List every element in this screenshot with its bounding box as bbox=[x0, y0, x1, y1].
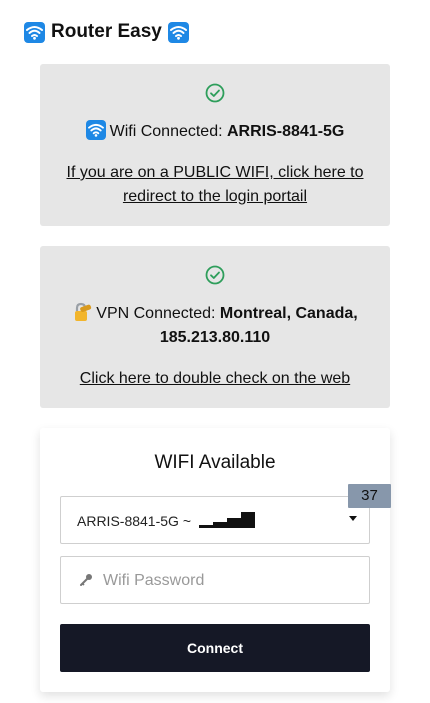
selected-network: ARRIS-8841-5G ~ bbox=[77, 512, 255, 529]
wifi-network-select[interactable]: ARRIS-8841-5G ~ bbox=[60, 496, 370, 544]
selected-network-name: ARRIS-8841-5G ~ bbox=[77, 513, 195, 529]
wifi-password-input[interactable] bbox=[101, 567, 355, 595]
vpn-ip-address: 185.213.80.110 bbox=[159, 329, 271, 346]
wifi-password-field[interactable] bbox=[60, 556, 370, 604]
key-icon bbox=[80, 574, 92, 586]
vpn-location: Montreal, Canada, bbox=[219, 305, 358, 322]
wifi-icon bbox=[24, 21, 45, 43]
panel-title: WIFI Available bbox=[154, 452, 276, 473]
double-check-web-link[interactable]: Click here to double check on the web bbox=[60, 367, 370, 391]
check-circle-icon bbox=[205, 265, 225, 285]
network-count-badge: 37 bbox=[348, 484, 391, 508]
chevron-down-icon bbox=[349, 516, 357, 521]
wifi-available-panel: WIFI Available ARRIS-8841-5G ~ 37 Connec… bbox=[40, 428, 391, 692]
app-title: Router Easy bbox=[24, 19, 189, 45]
public-wifi-portal-link[interactable]: If you are on a PUBLIC WIFI, click here … bbox=[60, 161, 370, 209]
wifi-icon bbox=[167, 21, 189, 43]
vpn-status-card: VPN Connected: Montreal, Canada, 185.213… bbox=[40, 246, 390, 408]
signal-strength-icon bbox=[198, 512, 255, 528]
app-title-text: Router Easy bbox=[51, 21, 162, 42]
wifi-icon bbox=[85, 120, 106, 140]
wifi-status-prefix: Wifi Connected: bbox=[109, 123, 227, 140]
wifi-network-name: ARRIS-8841-5G bbox=[227, 123, 345, 140]
check-circle-icon bbox=[205, 83, 225, 103]
wifi-status-card: Wifi Connected: ARRIS-8841-5G If you are… bbox=[40, 64, 390, 226]
vpn-status-text: VPN Connected: Montreal, Canada, 185.213… bbox=[60, 302, 370, 350]
connect-button[interactable]: Connect bbox=[60, 624, 370, 672]
vpn-status-prefix: VPN Connected: bbox=[96, 305, 220, 322]
lock-icon bbox=[75, 302, 92, 321]
wifi-status-text: Wifi Connected: ARRIS-8841-5G bbox=[60, 120, 370, 144]
